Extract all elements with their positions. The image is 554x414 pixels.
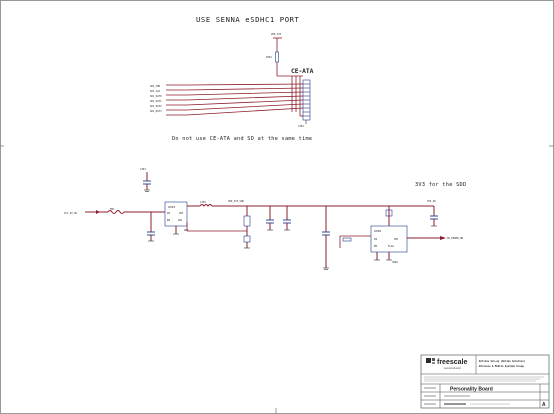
enable-branch bbox=[322, 206, 366, 270]
svg-text:U302: U302 bbox=[392, 261, 398, 264]
sheet-title: USE SENNA eSDHC1 PORT bbox=[196, 15, 300, 24]
svg-text:SD1_DAT3: SD1_DAT3 bbox=[150, 110, 162, 113]
svg-text:VDD_3V3_SDD: VDD_3V3_SDD bbox=[228, 200, 244, 203]
sd-bus-nets: SD1_CMD SD1_CLK SD1_DAT0 SD1_DAT1 SD1_DA… bbox=[150, 76, 304, 117]
svg-text:ADJ: ADJ bbox=[178, 219, 183, 222]
svg-text:OUT: OUT bbox=[179, 212, 184, 215]
svg-text:L301: L301 bbox=[200, 201, 206, 204]
input-net: VCC_5V_SD FB1 bbox=[64, 208, 165, 215]
svg-text:IN: IN bbox=[167, 212, 170, 215]
company-line-2: Wireless & Mobile Systems Group bbox=[479, 365, 524, 368]
output-cap-right: 3V3_SD bbox=[427, 200, 438, 227]
rev-letter: A bbox=[542, 402, 546, 408]
svg-text:VCC_5V_SD: VCC_5V_SD bbox=[64, 212, 78, 215]
connector-label: CE-ATA bbox=[291, 68, 314, 75]
regulator-ic: U301 IN OUT EN ADJ GND bbox=[147, 201, 189, 242]
svg-text:EN: EN bbox=[374, 245, 377, 248]
svg-text:U302: U302 bbox=[374, 229, 381, 233]
title-block: freescale semiconductor Rollins Set-up (… bbox=[420, 354, 550, 409]
svg-text:FLAG: FLAG bbox=[388, 245, 394, 248]
board-name: Personality Board bbox=[450, 387, 493, 393]
svg-text:SD_POWER_ON: SD_POWER_ON bbox=[447, 237, 463, 240]
logo-subtext: semiconductor bbox=[444, 366, 461, 370]
output-network bbox=[186, 206, 291, 249]
svg-text:GND: GND bbox=[184, 229, 189, 232]
svg-text:VDD_3V3: VDD_3V3 bbox=[271, 33, 282, 36]
svg-text:OUT: OUT bbox=[394, 238, 399, 241]
logo-text: freescale bbox=[437, 359, 467, 366]
svg-text:SD1_CLK: SD1_CLK bbox=[150, 90, 161, 93]
svg-text:EN: EN bbox=[167, 219, 170, 222]
svg-text:SD1_DAT1: SD1_DAT1 bbox=[150, 100, 162, 103]
svg-text:R301: R301 bbox=[266, 56, 272, 59]
svg-text:J301: J301 bbox=[298, 125, 304, 128]
svg-text:IN: IN bbox=[374, 238, 377, 241]
input-cap: C301 bbox=[140, 168, 151, 192]
svg-text:SD1_CMD: SD1_CMD bbox=[150, 85, 161, 88]
output-rail: L301 VDD_3V3_SDD bbox=[187, 200, 434, 207]
svg-text:SD1_DAT0: SD1_DAT0 bbox=[150, 95, 162, 98]
svg-text:U301: U301 bbox=[168, 205, 175, 209]
note-3v3: 3V3 for the SDD bbox=[415, 182, 466, 188]
schematic-sheet: USE SENNA eSDHC1 PORT VDD_3V3 R301 J301 … bbox=[0, 0, 554, 414]
svg-text:C301: C301 bbox=[140, 168, 146, 171]
load-switch-ic: U302 IN OUT EN FLAG U302 SD_POWER_ON bbox=[366, 206, 463, 264]
svg-text:3V3_SD: 3V3_SD bbox=[427, 200, 436, 203]
company-line-1: Rollins Set-up (Online Solution) bbox=[479, 360, 525, 363]
note-cf-sd: Do not use CE-ATA and SD at the same tim… bbox=[172, 136, 312, 142]
svg-text:SD1_DAT2: SD1_DAT2 bbox=[150, 105, 162, 108]
